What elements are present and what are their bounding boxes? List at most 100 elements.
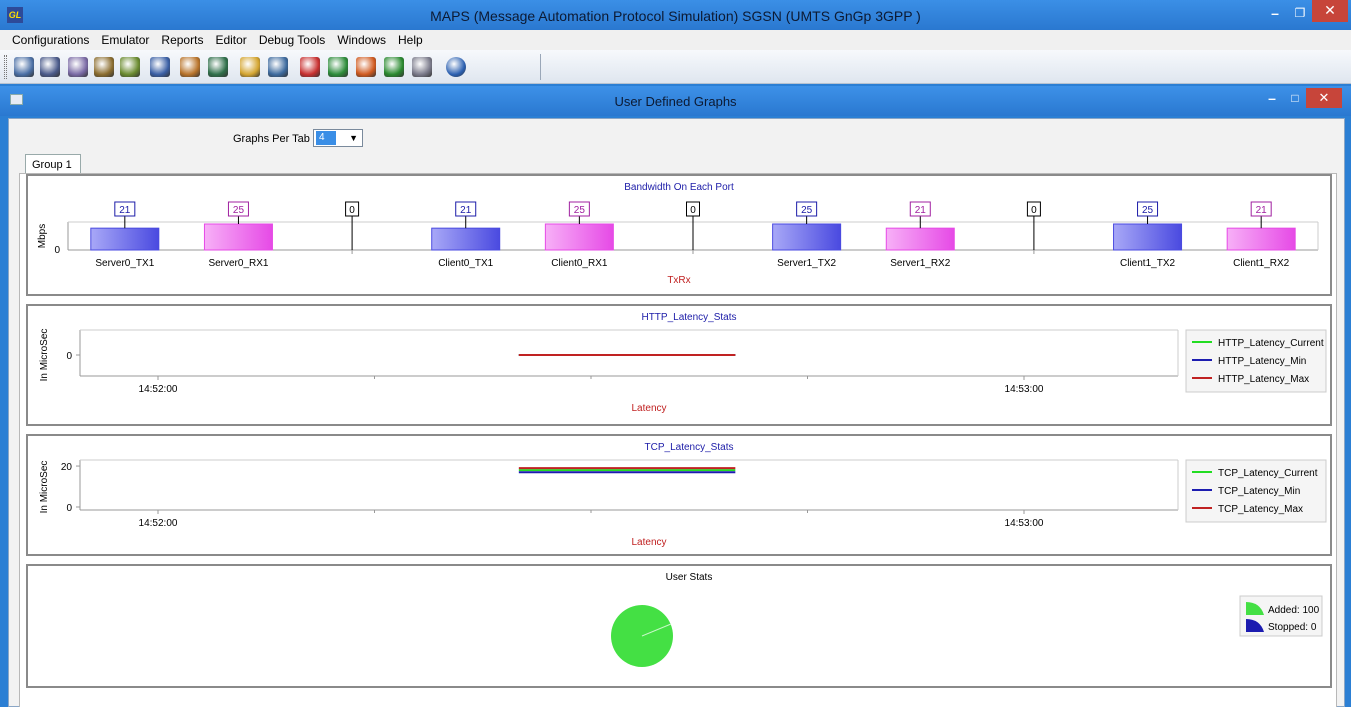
notepad-icon[interactable]	[40, 57, 60, 77]
tcp-latency-chart: TCP_Latency_Stats In MicroSec 20 0 14:52:00 1…	[39, 442, 1327, 548]
menu-reports[interactable]: Reports	[154, 30, 208, 47]
data-label: 0	[690, 205, 696, 216]
user-stats-chart: User Stats Added: 100 Stopped: 0	[611, 572, 1323, 667]
data-label: 25	[801, 205, 813, 216]
menu-debug-tools[interactable]: Debug Tools	[252, 30, 331, 47]
http-latency-chart-panel: HTTP_Latency_Stats In MicroSec 0 14:52:00 14…	[26, 304, 1332, 426]
bar	[203, 223, 273, 251]
x-axis-label: TxRx	[667, 275, 690, 286]
graphs-per-tab-label: Graphs Per Tab	[233, 133, 310, 145]
gear-icon[interactable]	[14, 57, 34, 77]
pencil-check-icon[interactable]	[240, 57, 260, 77]
bar	[1113, 223, 1183, 251]
menu-windows[interactable]: Windows	[330, 30, 391, 47]
phone-icon[interactable]	[208, 57, 228, 77]
x-tick-label: Client1_RX2	[1233, 258, 1290, 269]
data-label: 21	[460, 205, 472, 216]
user-defined-graphs-window: User Defined Graphs – □ ✕ Graphs Per Tab…	[0, 86, 1351, 707]
exchange-icon[interactable]	[384, 57, 404, 77]
bar	[431, 227, 501, 251]
data-label: 21	[1256, 205, 1268, 216]
menu-bar: Configurations Emulator Reports Editor Debug…	[0, 30, 1351, 50]
x-tick-label: Server0_RX1	[208, 258, 268, 269]
x-tick-label: Server0_TX1	[95, 258, 154, 269]
bar	[90, 227, 160, 251]
child-window-body: Graphs Per Tab 4 ▼ Group 1 Bandwidth On …	[8, 118, 1345, 707]
chart-title: Bandwidth On Each Port	[624, 182, 734, 193]
menu-help[interactable]: Help	[391, 30, 428, 47]
data-label: 25	[233, 205, 245, 216]
x-axis-label: Latency	[631, 537, 666, 548]
users-icon[interactable]	[120, 57, 140, 77]
graphs-per-tab-select[interactable]: 4 ▼	[313, 129, 363, 147]
help-icon[interactable]	[446, 57, 466, 77]
x-tick-label: 14:52:00	[139, 384, 178, 395]
y-tick-label: 0	[54, 245, 60, 256]
title-bar: GL MAPS (Message Automation Protocol Sim…	[0, 0, 1351, 30]
bar	[772, 223, 842, 251]
x-tick-label: Server1_TX2	[777, 258, 836, 269]
edit-script-icon[interactable]	[68, 57, 88, 77]
graphs-per-tab-value: 4	[316, 131, 336, 145]
legend-entry: Added: 100	[1268, 605, 1320, 616]
menu-configurations[interactable]: Configurations	[0, 30, 94, 47]
x-axis-label: Latency	[631, 403, 666, 414]
legend-entry: Stopped: 0	[1268, 622, 1317, 633]
legend-entry: HTTP_Latency_Current	[1218, 338, 1324, 349]
y-tick-label: 0	[66, 503, 72, 514]
x-tick-label: 14:52:00	[139, 518, 178, 529]
y-axis-label: In MicroSec	[39, 461, 50, 514]
maximize-button[interactable]: ❐	[1288, 4, 1312, 24]
briefcase-icon[interactable]	[180, 57, 200, 77]
capture-icon[interactable]	[328, 57, 348, 77]
y-axis-label: Mbps	[37, 224, 48, 248]
menu-editor[interactable]: Editor	[208, 30, 251, 47]
x-tick-label: 14:53:00	[1005, 384, 1044, 395]
child-maximize-button[interactable]: □	[1284, 90, 1306, 110]
bandwidth-chart-panel: Bandwidth On Each Port 0 Mbps TxRx 21 Server0…	[26, 174, 1332, 296]
stop-icon[interactable]	[300, 57, 320, 77]
graphs-area: Bandwidth On Each Port 0 Mbps TxRx 21 Server0…	[19, 173, 1337, 707]
tab-group-1[interactable]: Group 1	[25, 154, 81, 174]
data-label: 0	[349, 205, 355, 216]
arrows-icon[interactable]	[94, 57, 114, 77]
equipment-icon[interactable]	[412, 57, 432, 77]
legend-entry: TCP_Latency_Max	[1218, 504, 1303, 515]
blocks-icon[interactable]	[150, 57, 170, 77]
x-tick-label: 14:53:00	[1005, 518, 1044, 529]
legend-entry: HTTP_Latency_Max	[1218, 374, 1309, 385]
legend-entry: TCP_Latency_Current	[1218, 468, 1318, 479]
data-label: 25	[574, 205, 586, 216]
chevron-down-icon[interactable]: ▼	[349, 133, 358, 143]
chart-title: HTTP_Latency_Stats	[641, 312, 736, 323]
y-tick-label: 0	[66, 351, 72, 362]
toolbar	[0, 50, 1351, 84]
child-title-bar: User Defined Graphs – □ ✕	[0, 86, 1351, 116]
data-label: 21	[915, 205, 927, 216]
bandwidth-chart: Bandwidth On Each Port 0 Mbps TxRx 21 Server0…	[37, 182, 1319, 286]
close-button[interactable]: ✕	[1312, 0, 1348, 22]
x-tick-label: Client0_TX1	[438, 258, 493, 269]
chart-title: TCP_Latency_Stats	[645, 442, 734, 453]
window-title: MAPS (Message Automation Protocol Simula…	[430, 8, 921, 24]
data-label: 25	[1142, 205, 1154, 216]
tcp-latency-chart-panel: TCP_Latency_Stats In MicroSec 20 0 14:52:00 1…	[26, 434, 1332, 556]
minimize-button[interactable]: –	[1262, 4, 1288, 24]
child-window-title: User Defined Graphs	[614, 94, 737, 109]
menu-emulator[interactable]: Emulator	[94, 30, 154, 47]
data-label: 0	[1031, 205, 1037, 216]
child-minimize-button[interactable]: –	[1260, 90, 1284, 110]
pause-icon[interactable]	[356, 57, 376, 77]
bar	[544, 223, 614, 251]
chart-title: User Stats	[666, 572, 713, 583]
y-axis-label: In MicroSec	[39, 329, 50, 382]
toolbar-separator	[540, 54, 541, 80]
bar	[885, 227, 955, 251]
legend-entry: HTTP_Latency_Min	[1218, 356, 1306, 367]
toolbar-grip[interactable]	[4, 55, 7, 79]
satellite-icon[interactable]	[268, 57, 288, 77]
child-close-button[interactable]: ✕	[1306, 88, 1342, 108]
data-label: 21	[119, 205, 131, 216]
bar	[1226, 227, 1296, 251]
user-stats-chart-panel: User Stats Added: 100 Stopped: 0	[26, 564, 1332, 688]
